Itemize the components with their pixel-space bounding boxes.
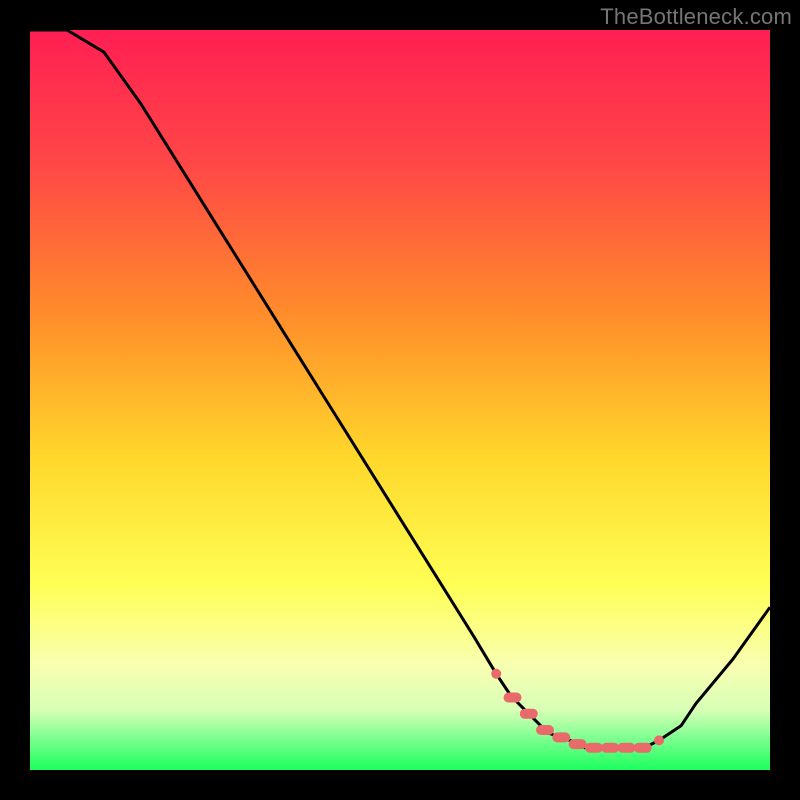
curve-marker [654, 735, 664, 745]
watermark-label: TheBottleneck.com [600, 4, 792, 30]
curve-marker [491, 669, 501, 679]
curve-marker [601, 743, 619, 753]
curve-marker [552, 732, 570, 742]
curve-marker [520, 709, 538, 719]
curve-marker [617, 743, 635, 753]
curve-marker [504, 693, 522, 703]
gradient-background [30, 30, 770, 770]
chart-svg [30, 30, 770, 770]
curve-marker [569, 739, 587, 749]
chart-plot [30, 30, 770, 770]
curve-marker [585, 743, 603, 753]
curve-marker [634, 743, 652, 753]
chart-frame: TheBottleneck.com [0, 0, 800, 800]
curve-marker [536, 725, 554, 735]
